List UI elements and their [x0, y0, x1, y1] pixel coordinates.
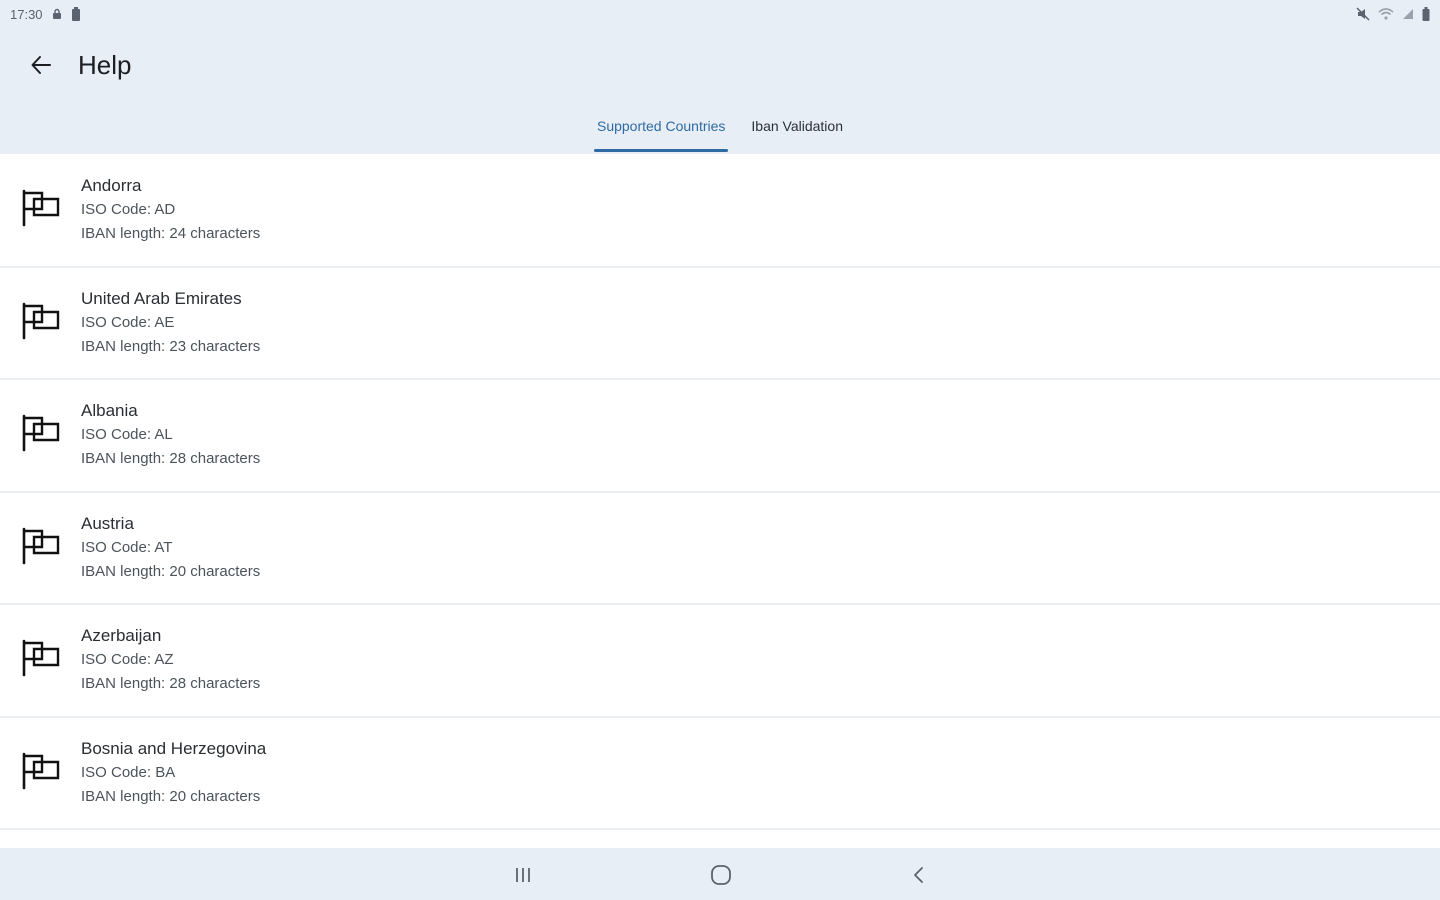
tab-label: Iban Validation	[751, 118, 843, 134]
tab-bar: Supported Countries Iban Validation	[0, 112, 1440, 154]
list-item[interactable]: Andorra ISO Code: AD IBAN length: 24 cha…	[0, 155, 1440, 268]
iso-code: ISO Code: AL	[81, 426, 173, 443]
list-item[interactable]: Azerbaijan ISO Code: AZ IBAN length: 28 …	[0, 605, 1440, 718]
mute-icon	[1356, 7, 1370, 21]
list-item[interactable]: Bosnia and Herzegovina ISO Code: BA IBAN…	[0, 718, 1440, 830]
lock-icon	[51, 8, 63, 20]
list-item[interactable]: United Arab Emirates ISO Code: AE IBAN l…	[0, 268, 1440, 380]
country-text: Andorra ISO Code: AD IBAN length: 24 cha…	[81, 173, 260, 246]
list-item[interactable]: Austria ISO Code: AT IBAN length: 20 cha…	[0, 493, 1440, 605]
status-time: 17:30	[10, 6, 43, 22]
country-name: Bosnia and Herzegovina	[81, 738, 267, 758]
country-text: Azerbaijan ISO Code: AZ IBAN length: 28 …	[81, 623, 260, 696]
system-back-button[interactable]	[904, 860, 934, 890]
country-text: Albania ISO Code: AL IBAN length: 28 cha…	[81, 398, 260, 471]
iban-length: IBAN length: 20 characters	[81, 562, 261, 580]
arrow-back-icon	[31, 56, 51, 74]
country-text: United Arab Emirates ISO Code: AE IBAN l…	[81, 286, 260, 359]
recent-apps-button[interactable]	[508, 860, 538, 890]
recent-apps-icon	[516, 868, 530, 882]
iban-length: IBAN length: 28 characters	[81, 450, 261, 467]
status-left: 17:30	[10, 7, 81, 22]
flag-icon	[22, 752, 60, 789]
tab-label: Supported Countries	[596, 118, 726, 134]
flag-icon	[22, 302, 60, 339]
flag-icon	[22, 639, 60, 677]
list-item[interactable]: Albania ISO Code: AL IBAN length: 28 cha…	[0, 380, 1440, 493]
country-list[interactable]: Andorra ISO Code: AD IBAN length: 24 cha…	[0, 155, 1440, 845]
system-nav-bar	[0, 848, 1440, 900]
iban-length: IBAN length: 28 characters	[81, 675, 261, 692]
chevron-left-icon	[914, 867, 923, 883]
home-icon	[711, 865, 731, 885]
iban-length: IBAN length: 23 characters	[81, 337, 261, 355]
flag-icon	[22, 414, 60, 452]
iban-length: IBAN length: 20 characters	[81, 787, 261, 805]
iso-code: ISO Code: BA	[81, 763, 176, 781]
country-text: Bosnia and Herzegovina ISO Code: BA IBAN…	[81, 736, 266, 809]
flag-icon	[22, 189, 60, 227]
status-right	[1356, 7, 1430, 21]
tab-iban-validation[interactable]: Iban Validation	[745, 112, 849, 154]
home-button[interactable]	[706, 860, 736, 890]
tab-supported-countries[interactable]: Supported Countries	[591, 112, 731, 154]
country-name: Azerbaijan	[81, 626, 162, 645]
iso-code: ISO Code: AZ	[81, 651, 174, 668]
country-text: Austria ISO Code: AT IBAN length: 20 cha…	[81, 511, 260, 584]
tab-indicator	[593, 149, 729, 152]
iso-code: ISO Code: AE	[81, 313, 175, 331]
iso-code: ISO Code: AT	[81, 538, 173, 556]
app-bar: Help Supported Countries Iban Validation	[0, 28, 1440, 154]
screen: 17:30 Help Supported Countries Iban Vali…	[0, 0, 1440, 900]
wifi-icon	[1378, 8, 1394, 20]
flag-icon	[22, 527, 60, 564]
country-name: Austria	[81, 513, 134, 533]
page-title: Help	[78, 50, 132, 80]
signal-icon	[1402, 8, 1414, 20]
status-bar: 17:30	[0, 0, 1440, 28]
country-name: Albania	[81, 401, 138, 420]
battery-saver-icon	[71, 7, 81, 21]
battery-icon	[1422, 7, 1430, 21]
back-button[interactable]	[22, 46, 60, 84]
country-name: Andorra	[81, 176, 142, 195]
country-name: United Arab Emirates	[81, 288, 242, 308]
iban-length: IBAN length: 24 characters	[81, 225, 261, 242]
iso-code: ISO Code: AD	[81, 201, 176, 218]
